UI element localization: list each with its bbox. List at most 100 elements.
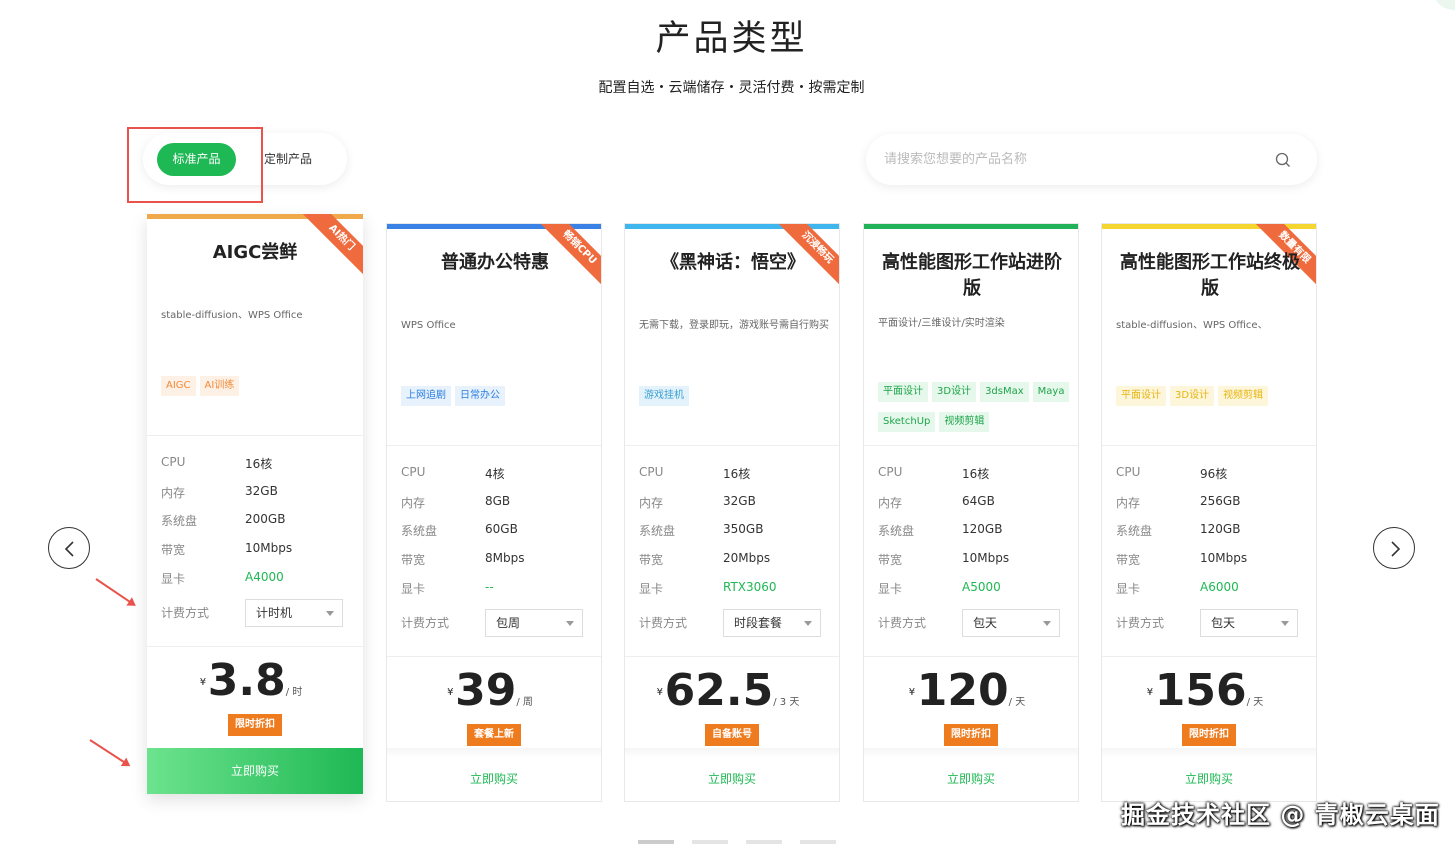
chevron-down-icon xyxy=(326,611,334,616)
chevron-down-icon xyxy=(1043,621,1051,626)
pagination-dot[interactable] xyxy=(746,840,782,844)
chevron-down-icon xyxy=(566,621,574,626)
price-area: ¥62.5/ 3 天 xyxy=(625,666,839,728)
billing-select[interactable]: 包天 xyxy=(1200,609,1298,637)
spec-disk: 系统盘 120GB xyxy=(1116,522,1241,538)
spec-gpu: 显卡 A4000 xyxy=(161,570,284,586)
billing-label: 计费方式 xyxy=(878,616,927,630)
price-area: ¥39/ 周 xyxy=(387,666,601,728)
billing-select[interactable]: 包周 xyxy=(485,609,583,637)
spec-memory: 内存 8GB xyxy=(401,494,511,510)
card-title: 高性能图形工作站终极版 xyxy=(1120,252,1300,299)
product-card-workstation-ultimate: 数量有限 高性能图形工作站终极版 stable-diffusion、WPS Of… xyxy=(1101,223,1317,802)
spec-bandwidth: 带宽 10Mbps xyxy=(1116,551,1248,567)
spec-disk: 系统盘 60GB xyxy=(401,522,518,538)
price: ¥156/ 天 xyxy=(1146,665,1264,716)
tag: 游戏挂机 xyxy=(639,386,689,406)
pagination-dot[interactable] xyxy=(692,840,728,844)
spec-cpu: CPU 16核 xyxy=(161,455,273,471)
spec-disk: 系统盘 350GB xyxy=(639,522,764,538)
card-description: WPS Office xyxy=(401,320,456,331)
price: ¥3.8/ 时 xyxy=(199,655,303,706)
tag: 3D设计 xyxy=(1170,386,1215,406)
corner-decoration xyxy=(1435,0,1455,10)
product-card-workstation-advanced: 高性能图形工作站进阶版 平面设计/三维设计/实时渲染 平面设计 3D设计 3dsMa… xyxy=(863,223,1079,802)
carousel-prev-button[interactable] xyxy=(48,527,90,569)
search-box xyxy=(866,134,1317,185)
price-area: ¥156/ 天 xyxy=(1102,666,1316,728)
tag: 日常办公 xyxy=(455,386,505,406)
spec-gpu: 显卡 A6000 xyxy=(1116,580,1239,596)
card-title: AIGC尝鲜 xyxy=(212,242,298,263)
spec-memory: 内存 32GB xyxy=(639,494,756,510)
price: ¥39/ 周 xyxy=(447,665,533,716)
promo-badge: 套餐上新 xyxy=(467,724,521,746)
spec-disk: 系统盘 200GB xyxy=(161,512,286,528)
search-input[interactable] xyxy=(884,146,1264,172)
chevron-down-icon xyxy=(804,621,812,626)
billing-label: 计费方式 xyxy=(639,616,688,630)
spec-memory: 内存 32GB xyxy=(161,484,278,500)
spec-bandwidth: 带宽 20Mbps xyxy=(639,551,771,567)
price: ¥120/ 天 xyxy=(908,665,1026,716)
spec-memory: 内存 256GB xyxy=(1116,494,1241,510)
buy-now-button[interactable]: 立即购买 xyxy=(864,757,1078,801)
tag: 3dsMax xyxy=(980,382,1029,402)
spec-gpu: 显卡 -- xyxy=(401,580,494,596)
billing-select[interactable]: 包天 xyxy=(962,609,1060,637)
product-card-office: 畅销CPU 普通办公特惠 WPS Office 上网追剧 日常办公 CPU 4核 内… xyxy=(386,223,602,802)
tag: 上网追剧 xyxy=(401,386,451,406)
card-tags: AIGC AI训练 xyxy=(161,373,357,403)
card-title: 普通办公特惠 xyxy=(441,252,549,273)
tab-custom-products[interactable]: 定制产品 xyxy=(264,143,312,176)
page-title: 产品类型 xyxy=(655,19,808,59)
card-tags: 平面设计 3D设计 视频剪辑 xyxy=(1116,383,1312,413)
product-page: 产品类型 配置自选・云端储存・灵活付费・按需定制 标准产品 定制产品 AI热门 … xyxy=(0,0,1455,849)
buy-now-button[interactable]: 立即购买 xyxy=(147,748,363,794)
tag: 平面设计 xyxy=(1116,386,1166,406)
price-area: ¥120/ 天 xyxy=(864,666,1078,728)
product-card-aigc: AI热门 AIGC尝鲜 stable-diffusion、WPS Office … xyxy=(147,214,363,794)
watermark: 掘金技术社区 @ 青椒云桌面 xyxy=(1121,801,1440,829)
pagination-dot[interactable] xyxy=(800,840,836,844)
search-icon[interactable] xyxy=(1275,152,1291,168)
billing-label: 计费方式 xyxy=(1116,616,1165,630)
spec-cpu: CPU 96核 xyxy=(1116,465,1228,481)
annotation-highlight-box xyxy=(127,127,263,203)
card-top-bar xyxy=(864,224,1078,229)
card-description: 无需下载，登录即玩，游戏账号需自行购买 xyxy=(639,320,829,331)
carousel-next-button[interactable] xyxy=(1373,527,1415,569)
spec-disk: 系统盘 120GB xyxy=(878,522,1003,538)
tag: 视频剪辑 xyxy=(1218,386,1269,406)
spec-gpu: 显卡 RTX3060 xyxy=(639,580,777,596)
spec-bandwidth: 带宽 10Mbps xyxy=(161,541,293,557)
chevron-left-icon xyxy=(64,541,74,557)
carousel-pagination xyxy=(638,829,854,848)
tag: 3D设计 xyxy=(932,382,977,402)
spec-gpu: 显卡 A5000 xyxy=(878,580,1001,596)
billing-select[interactable]: 计时机 xyxy=(245,599,343,627)
promo-badge: 限时折扣 xyxy=(228,714,282,736)
billing-label: 计费方式 xyxy=(161,606,210,620)
buy-now-button[interactable]: 立即购买 xyxy=(387,757,601,801)
page-subtitle: 配置自选・云端储存・灵活付费・按需定制 xyxy=(598,80,865,96)
card-description: stable-diffusion、WPS Office xyxy=(161,310,303,321)
promo-badge: 限时折扣 xyxy=(944,724,998,746)
tag: AI训练 xyxy=(199,376,240,396)
spec-cpu: CPU 4核 xyxy=(401,465,505,481)
card-tags: 上网追剧 日常办公 xyxy=(401,383,597,413)
billing-select[interactable]: 时段套餐 xyxy=(723,609,821,637)
spec-cpu: CPU 16核 xyxy=(878,465,990,481)
pagination-dot[interactable] xyxy=(638,840,674,844)
annotation-arrow xyxy=(89,739,130,766)
buy-now-button[interactable]: 立即购买 xyxy=(625,757,839,801)
card-description: 平面设计/三维设计/实时渲染 xyxy=(878,318,1005,329)
spec-bandwidth: 带宽 8Mbps xyxy=(401,551,525,567)
promo-badge: 限时折扣 xyxy=(1182,724,1236,746)
annotation-arrow xyxy=(95,578,135,606)
card-title: 高性能图形工作站进阶版 xyxy=(882,252,1062,299)
billing-label: 计费方式 xyxy=(401,616,450,630)
card-tags: 平面设计 3D设计 3dsMax Maya SketchUp 视频剪辑 xyxy=(878,379,1074,439)
spec-cpu: CPU 16核 xyxy=(639,465,751,481)
tag: Maya xyxy=(1032,382,1070,402)
